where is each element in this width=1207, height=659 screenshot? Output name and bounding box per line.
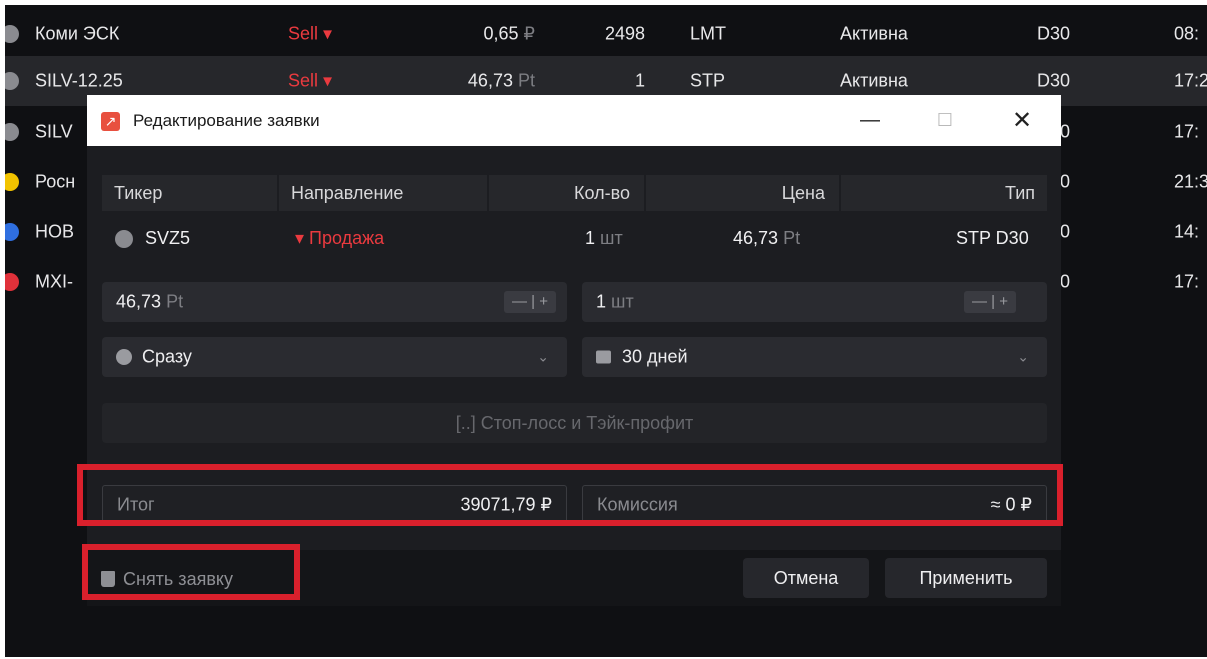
order-duration: D30 [1036,70,1070,91]
app-logo-icon: ↗ [101,112,120,131]
order-duration: D30 [1036,23,1070,44]
order-time: 17: [1174,271,1200,292]
ticker-icon [5,273,19,291]
order-qty: 1 [634,70,645,91]
order-ticker: MXI- [35,271,73,292]
apply-button[interactable]: Применить [885,558,1047,598]
qty-stepper[interactable]: — | + [964,291,1016,313]
order-side: Sell ▾ [288,23,333,44]
ticker-icon [5,223,19,241]
screen: Коми ЭСК Sell ▾ 0,65 ₽ 2498 LMT Активна D30 08:… [5,5,1207,657]
order-row: SVZ5 ▾ Продажа 1 шт 46,73 Pt STP D30 [87,219,1061,257]
ticker-icon [5,72,19,90]
order-price: 46,73 Pt [467,70,535,91]
duration-select[interactable]: 30 дней ⌄ [582,337,1047,377]
total-field: Итог 39071,79 ₽ [102,485,567,525]
qty-value: 1 шт [585,228,623,248]
clock-icon [116,349,132,365]
order-time: 17:2 [1174,70,1207,91]
direction-value: ▾ Продажа [295,228,385,248]
execution-select[interactable]: Сразу ⌄ [102,337,567,377]
type-value: STP D30 [956,228,1029,248]
minimize-button[interactable]: — [842,95,898,146]
ticker-value: SVZ5 [145,228,191,248]
dialog-titlebar: ↗ Редактирование заявки — ☐ ✕ [87,95,1061,146]
order-time: 08: [1174,23,1200,44]
order-time: 14: [1174,221,1200,242]
price-value: 46,73 Pt [733,228,801,248]
ticker-icon [5,173,19,191]
ticker-icon [115,230,133,248]
order-status: Активна [840,23,908,44]
order-time: 17: [1174,121,1200,142]
stop-loss-take-profit-button[interactable]: [..] Стоп-лосс и Тэйк-профит [102,403,1047,443]
chevron-down-icon: ⌄ [537,348,549,365]
order-row[interactable]: Коми ЭСК Sell ▾ 0,65 ₽ 2498 LMT Активна D30 08: [5,9,1207,59]
column-header-ticker: Тикер [102,175,277,211]
order-status: Активна [840,70,908,91]
qty-input[interactable]: 1 шт — | + [582,282,1047,322]
dialog-title: Редактирование заявки [133,111,320,130]
maximize-button[interactable]: ☐ [917,95,973,146]
commission-field: Комиссия ≈ 0 ₽ [582,485,1047,525]
dialog-footer: Снять заявку Отмена Применить [87,550,1061,606]
order-price: 0,65 ₽ [483,23,535,44]
edit-order-dialog: ↗ Редактирование заявки — ☐ ✕ Тикер Напр… [87,95,1061,606]
column-header-price: Цена [646,175,839,211]
order-type: LMT [690,23,726,44]
cancel-button[interactable]: Отмена [743,558,869,598]
column-header-qty: Кол-во [489,175,644,211]
ticker-icon [5,123,19,141]
order-ticker: Коми ЭСК [35,23,120,44]
order-side: Sell ▾ [288,70,333,91]
column-header-direction: Направление [279,175,487,211]
order-time: 21:3 [1174,171,1207,192]
price-stepper[interactable]: — | + [504,291,556,313]
close-button[interactable]: ✕ [994,95,1050,146]
order-ticker: SILV-12.25 [35,70,123,91]
calendar-icon [596,350,611,364]
order-ticker: НОВ [35,221,75,242]
order-qty: 2498 [604,23,645,44]
chevron-down-icon: ⌄ [1017,348,1029,365]
delete-order-button[interactable]: Снять заявку [101,564,233,594]
ticker-icon [5,25,19,43]
trash-icon [101,571,115,587]
column-header-type: Тип [841,175,1047,211]
order-ticker: Росн [35,171,76,192]
order-ticker: SILV [35,121,73,142]
order-type: STP [690,70,726,91]
price-input[interactable]: 46,73 Pt — | + [102,282,567,322]
